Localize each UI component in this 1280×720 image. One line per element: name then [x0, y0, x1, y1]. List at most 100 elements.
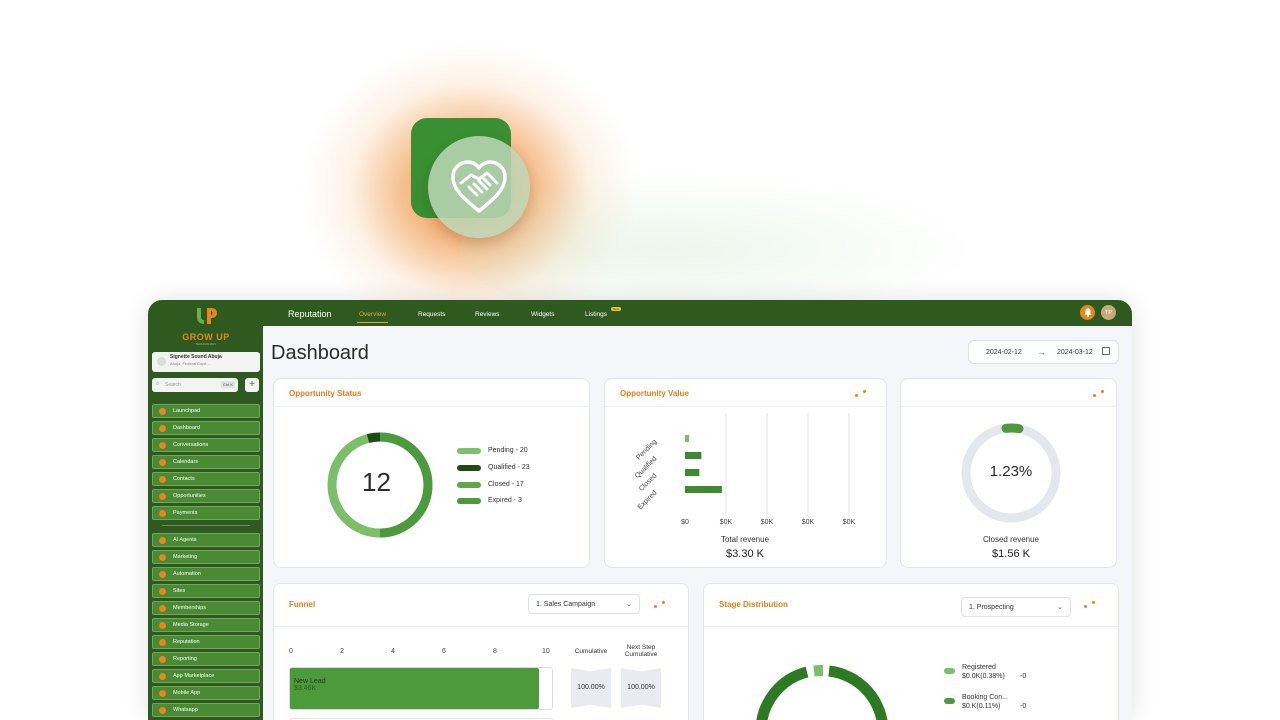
legend-value: $0.K(0.11%): [962, 703, 1001, 710]
sidebar-item-label: Memberships: [173, 605, 207, 611]
funnel-card: Funnel 1. Sales Campaign ⌄ 0 2 4 6 8 10 …: [273, 583, 689, 720]
sidebar-item-label: Calendars: [173, 459, 199, 465]
stage-select[interactable]: 1. Prospecting ⌄: [961, 597, 1071, 617]
tab-listings[interactable]: Listings: [585, 311, 607, 318]
x-tick-label: $0K: [761, 519, 774, 526]
bar-pending[interactable]: [685, 435, 690, 442]
sidebar-item-opportunities[interactable]: Opportunities: [152, 489, 260, 503]
legend-name: Registered: [962, 664, 996, 671]
legend-swatch: [457, 448, 481, 454]
card-header: [901, 379, 1116, 407]
x-tick-label: $0K: [720, 519, 733, 526]
sidebar-item-conversations[interactable]: Conversations: [152, 438, 260, 452]
x-tick-label: $0: [681, 519, 689, 526]
search-shortcut: Ctrl K: [221, 381, 235, 388]
bar-qualified[interactable]: [685, 452, 702, 459]
page-title: Dashboard: [271, 342, 369, 364]
funnel-row-track: New Lead $3.46K: [289, 667, 553, 710]
sidebar-item-launchpad[interactable]: Launchpad: [152, 404, 260, 418]
select-value: 1. Sales Campaign: [536, 601, 596, 608]
logo-subtext: TECHNOLOGY: [195, 342, 217, 346]
category-label: Expired: [637, 489, 659, 511]
handshake-heart-icon: [428, 136, 530, 238]
legend-label: Qualified - 23: [488, 464, 530, 471]
card-title: Stage Distribution: [719, 600, 788, 609]
select-value: 1. Prospecting: [969, 604, 1014, 611]
user-avatar[interactable]: TP: [1101, 305, 1116, 320]
sidebar-item-label: AI Agents: [173, 537, 197, 543]
x-tick-label: $0K: [843, 519, 856, 526]
cumulative-value: 100.00%: [571, 668, 611, 708]
funnel-pipeline-select[interactable]: 1. Sales Campaign ⌄: [528, 594, 640, 614]
sidebar-item-payments[interactable]: Payments: [152, 506, 260, 520]
more-options-icon[interactable]: [654, 600, 668, 608]
sidebar-item-label: Mobile App: [173, 690, 201, 696]
sidebar-item-label: Contacts: [173, 476, 195, 482]
date-to: 2024-03-12: [1057, 349, 1093, 356]
sidebar-search-input[interactable]: ⌕ Search Ctrl K: [152, 378, 238, 392]
location-icon: [157, 357, 166, 366]
legend-extra: -0: [1020, 703, 1027, 710]
notification-bell-icon[interactable]: [1080, 305, 1095, 320]
arrow-right-icon: →: [1037, 347, 1046, 357]
location-name: Signette Sound Abuja: [170, 354, 222, 360]
quick-add-button[interactable]: +: [245, 378, 259, 392]
sidebar-item-sites[interactable]: Sites: [152, 584, 260, 598]
tab-requests[interactable]: Requests: [418, 311, 445, 318]
section-title: Reputation: [288, 309, 332, 319]
date-from: 2024-02-12: [986, 349, 1022, 356]
sidebar-item-memberships[interactable]: Memberships: [152, 601, 260, 615]
funnel-bar-new-lead[interactable]: New Lead $3.46K: [290, 668, 539, 709]
more-options-icon[interactable]: [1084, 600, 1098, 608]
sidebar-item-label: Sites: [173, 588, 186, 594]
tab-widgets[interactable]: Widgets: [531, 311, 554, 318]
automation-icon: [159, 571, 166, 578]
logo-mark-icon: [197, 308, 217, 324]
sidebar-item-app-marketplace[interactable]: App Marketplace: [152, 669, 260, 683]
date-range-picker[interactable]: 2024-02-12 → 2024-03-12: [968, 340, 1119, 364]
tab-overview[interactable]: Overview: [356, 311, 389, 323]
sidebar-item-dashboard[interactable]: Dashboard: [152, 421, 260, 435]
more-options-icon[interactable]: [855, 389, 869, 397]
legend-extra: -0: [1020, 673, 1027, 680]
sidebar-item-automation[interactable]: Automation: [152, 567, 260, 581]
sidebar-item-label: App Marketplace: [173, 673, 215, 679]
legend-label: Closed - 17: [488, 481, 524, 488]
memberships-icon: [159, 605, 166, 612]
bar-expired[interactable]: [685, 486, 722, 493]
new-badge: New: [611, 307, 622, 311]
opportunity-value-bar-chart: $0 $0K $0K $0K $0KPendingQualifiedClosedExpi…: [634, 413, 856, 526]
whatsapp-icon: [159, 707, 166, 714]
search-placeholder: Search: [165, 382, 181, 388]
dashboard-icon: [159, 425, 166, 432]
sidebar-item-contacts[interactable]: Contacts: [152, 472, 260, 486]
x-tick-label: $0K: [802, 519, 815, 526]
sidebar-item-label: Reporting: [173, 656, 197, 662]
card-header: Opportunity Status: [274, 379, 589, 407]
sidebar-item-whatsapp[interactable]: Whatsapp: [152, 703, 260, 717]
more-options-icon[interactable]: [1093, 389, 1107, 397]
sidebar-item-reporting[interactable]: Reporting: [152, 652, 260, 666]
sidebar-item-marketing[interactable]: Marketing: [152, 550, 260, 564]
card-header: Funnel 1. Sales Campaign ⌄: [274, 584, 688, 627]
sidebar-item-reputation[interactable]: Reputation: [152, 635, 260, 649]
tab-reviews[interactable]: Reviews: [475, 311, 500, 318]
sidebar-item-label: Payments: [173, 510, 198, 516]
sidebar-item-media-storage[interactable]: Media Storage: [152, 618, 260, 632]
next-step-header: Next Step Cumulative: [624, 644, 658, 658]
card-header: Opportunity Value: [605, 379, 886, 407]
total-revenue-value: $3.30 K: [726, 548, 764, 560]
contacts-icon: [159, 476, 166, 483]
location-switcher[interactable]: Signette Sound Abuja Abuja, Federal Capi…: [152, 352, 260, 372]
legend-swatch: [457, 498, 481, 504]
sidebar-item-calendars[interactable]: Calendars: [152, 455, 260, 469]
payments-icon: [159, 510, 166, 517]
bar-closed[interactable]: [685, 469, 700, 476]
logo-text: GROW UP: [182, 332, 230, 342]
mobile-app-icon: [159, 690, 166, 697]
sidebar-item-mobile-app[interactable]: Mobile App: [152, 686, 260, 700]
sidebar-item-ai-agents[interactable]: AI Agents: [152, 533, 260, 547]
closed-revenue-amount: $1.56 K: [992, 548, 1030, 560]
location-address: Abuja, Federal Capit...: [170, 361, 210, 366]
legend-label: Expired - 3: [488, 497, 522, 504]
